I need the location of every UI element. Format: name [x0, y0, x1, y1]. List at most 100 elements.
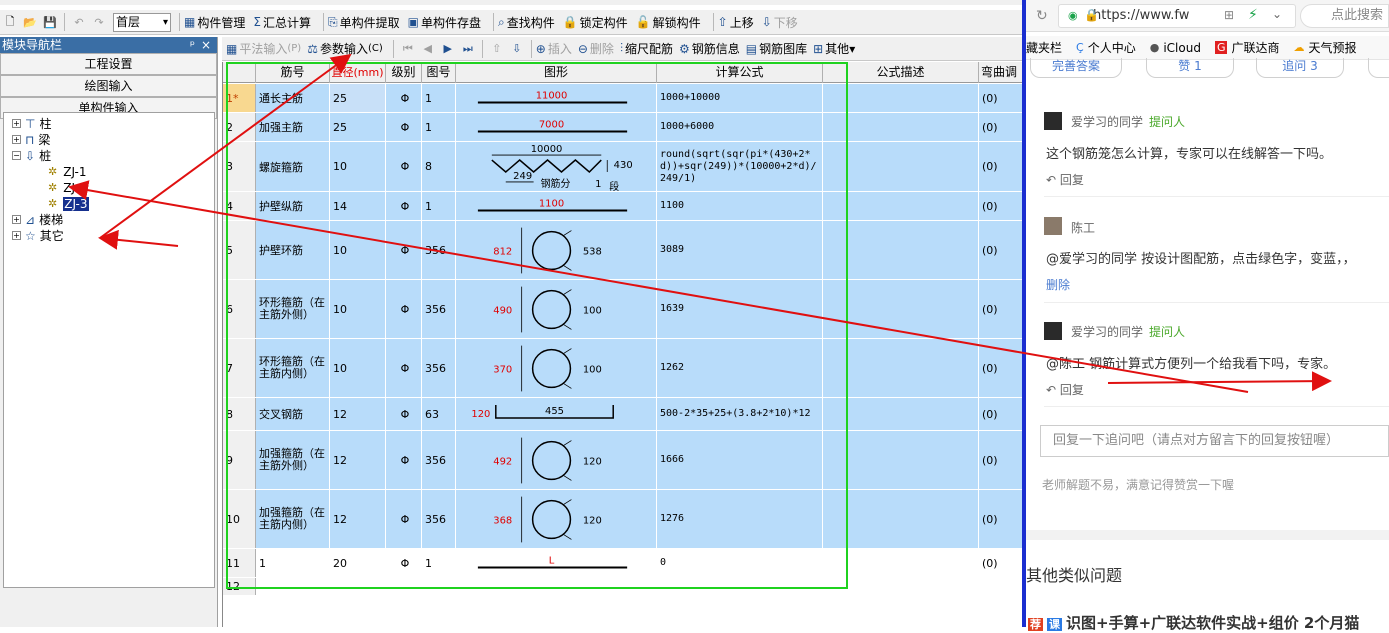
comment-user[interactable]: 爱学习的同学 提问人 — [1071, 113, 1185, 130]
like-button[interactable]: 赞 1 — [1146, 58, 1234, 78]
cell-name[interactable]: 螺旋箍筋 — [256, 142, 330, 191]
cell-grade[interactable]: Φ — [386, 339, 422, 397]
cell-shape[interactable]: 370 100 — [456, 339, 657, 397]
expand-icon[interactable]: + — [12, 119, 21, 128]
cell-shape[interactable]: 812 538 — [456, 221, 657, 279]
move-down-button[interactable]: ⇩ 下移 — [762, 14, 798, 31]
shape-pitch-label[interactable]: 249 — [513, 170, 532, 181]
shape-diameter-label[interactable]: 812 — [493, 246, 512, 257]
cell-desc[interactable] — [823, 280, 979, 338]
pin-icon[interactable]: ᵖ — [190, 37, 195, 53]
cell-bend[interactable]: (0) — [979, 280, 1025, 338]
cell-shape[interactable]: 7000 — [456, 113, 657, 141]
table-row[interactable]: 5 护壁环筋 10 Φ 356 812 538 3089 (0) — [223, 221, 1025, 280]
cell-name[interactable]: 护壁环筋 — [256, 221, 330, 279]
cell-fig[interactable]: 356 — [422, 280, 456, 338]
search-input[interactable]: 点此搜索 — [1300, 4, 1389, 28]
table-row[interactable]: 4 护壁纵筋 14 Φ 1 1100 1100 (0) — [223, 192, 1025, 221]
shape-length-label[interactable]: 455 — [545, 406, 564, 417]
cell-fig[interactable]: 356 — [422, 490, 456, 548]
drawing-input-button[interactable]: 绘图输入 — [0, 75, 217, 97]
bookmark-weather[interactable]: ☁ 天气预报 — [1294, 39, 1357, 56]
cell-grade[interactable]: Φ — [386, 142, 422, 191]
bookmark-icloud[interactable]: ● iCloud — [1150, 41, 1201, 55]
cell-fig[interactable]: 356 — [422, 339, 456, 397]
single-save-button[interactable]: ▣ 单构件存盘 — [408, 14, 481, 31]
cell-bend[interactable] — [979, 578, 1025, 595]
new-file-icon[interactable]: 🗋 — [2, 14, 18, 30]
cell-name[interactable]: 通长主筋 — [256, 84, 330, 112]
shape-segment-label[interactable]: 钢筋分 — [541, 176, 571, 189]
cell-bend[interactable]: (0) — [979, 490, 1025, 548]
cell-name[interactable]: 护壁纵筋 — [256, 192, 330, 220]
first-icon[interactable]: ⏮ — [400, 41, 416, 57]
expand-icon[interactable]: + — [12, 215, 21, 224]
shape-diameter-label[interactable]: 370 — [493, 364, 512, 375]
cell-grade[interactable]: Φ — [386, 280, 422, 338]
cell-formula[interactable]: 500-2*35+25+(3.8+2*10)*12 — [657, 398, 823, 430]
cell-fig[interactable]: 1 — [422, 84, 456, 112]
table-row[interactable]: 11 1 20 Φ 1 L 0 (0) — [223, 549, 1025, 578]
cell-formula[interactable] — [657, 578, 823, 595]
save-icon[interactable]: 💾 — [42, 14, 58, 30]
cell-bend[interactable]: (0) — [979, 84, 1025, 112]
shape-length-label[interactable]: L — [549, 555, 555, 566]
cell-dia[interactable]: 10 — [330, 280, 386, 338]
rebar-library-button[interactable]: ▤ 钢筋图库 — [746, 40, 807, 57]
shape-diameter-label[interactable]: 490 — [493, 305, 512, 316]
move-up-button[interactable]: ⇧ 上移 — [718, 14, 754, 31]
cell-shape[interactable]: L — [456, 549, 657, 577]
cell-fig[interactable]: 1 — [422, 113, 456, 141]
component-manage-button[interactable]: ▦ 构件管理 — [184, 14, 245, 31]
unlock-component-button[interactable]: 🔓 解锁构件 — [636, 14, 701, 31]
param-input-button[interactable]: ⚖ 参数输入 (C) — [307, 40, 383, 57]
follow-up-button[interactable]: 追问 3 — [1256, 58, 1344, 78]
table-row[interactable]: 12 — [223, 578, 1025, 596]
undo-icon[interactable]: ↶ — [71, 14, 87, 30]
row-up-icon[interactable]: ⇧ — [489, 41, 505, 57]
cell-name[interactable]: 1 — [256, 549, 330, 577]
cell-dia[interactable]: 10 — [330, 142, 386, 191]
cell-dia[interactable]: 10 — [330, 339, 386, 397]
cell-dia[interactable]: 25 — [330, 113, 386, 141]
cell-shape[interactable]: 10000 249 430 钢筋分 1 段 — [456, 142, 657, 191]
cell-desc[interactable] — [823, 490, 979, 548]
more-button[interactable] — [1368, 58, 1389, 78]
shape-hook-label[interactable]: 120 — [471, 408, 490, 419]
delete-button[interactable]: ⊖ 删除 — [578, 40, 614, 57]
grid-apps-icon[interactable]: ⊞ — [1224, 8, 1234, 22]
cell-grade[interactable]: Φ — [386, 490, 422, 548]
cell-formula[interactable]: 3089 — [657, 221, 823, 279]
tree-node-zj3[interactable]: ✲ ZJ-3 — [48, 196, 89, 211]
bookmark-glodon[interactable]: G 广联达商 — [1214, 39, 1280, 56]
cell-grade[interactable]: Φ — [386, 192, 422, 220]
cell-desc[interactable] — [823, 113, 979, 141]
cell-desc[interactable] — [823, 339, 979, 397]
expand-icon[interactable]: + — [12, 231, 21, 240]
cell-bend[interactable]: (0) — [979, 113, 1025, 141]
open-folder-icon[interactable]: 📂 — [22, 14, 38, 30]
cell-desc[interactable] — [823, 142, 979, 191]
rebar-info-button[interactable]: ⚙ 钢筋信息 — [679, 40, 740, 57]
cell-formula[interactable]: 1666 — [657, 431, 823, 489]
cell-formula[interactable]: 1276 — [657, 490, 823, 548]
tree-node-beam[interactable]: + ⊓ 梁 — [12, 132, 50, 147]
cell-bend[interactable]: (0) — [979, 192, 1025, 220]
flat-input-button[interactable]: ▦ 平法输入 (P) — [226, 40, 301, 57]
last-icon[interactable]: ⏭ — [460, 41, 476, 57]
cell-formula[interactable]: round(sqrt(sqr(pi*(430+2*d))+sqr(249))*(… — [657, 142, 823, 191]
single-extract-button[interactable]: ⎘ 单构件提取 — [328, 14, 400, 31]
cell-desc[interactable] — [823, 192, 979, 220]
cell-formula[interactable]: 1000+6000 — [657, 113, 823, 141]
cell-grade[interactable]: Φ — [386, 84, 422, 112]
lightning-icon[interactable]: ⚡ — [1248, 7, 1258, 23]
shape-lap-label[interactable]: 120 — [583, 515, 602, 526]
cell-shape[interactable]: 1100 — [456, 192, 657, 220]
cell-shape[interactable] — [456, 578, 657, 595]
floor-select[interactable]: 首层 — [113, 12, 171, 32]
cell-shape[interactable]: 11000 — [456, 84, 657, 112]
bookmark-personal-center[interactable]: Ç 个人中心 — [1076, 39, 1136, 56]
prev-icon[interactable]: ◀ — [420, 41, 436, 57]
row-down-icon[interactable]: ⇩ — [509, 41, 525, 57]
cell-fig[interactable]: 356 — [422, 431, 456, 489]
